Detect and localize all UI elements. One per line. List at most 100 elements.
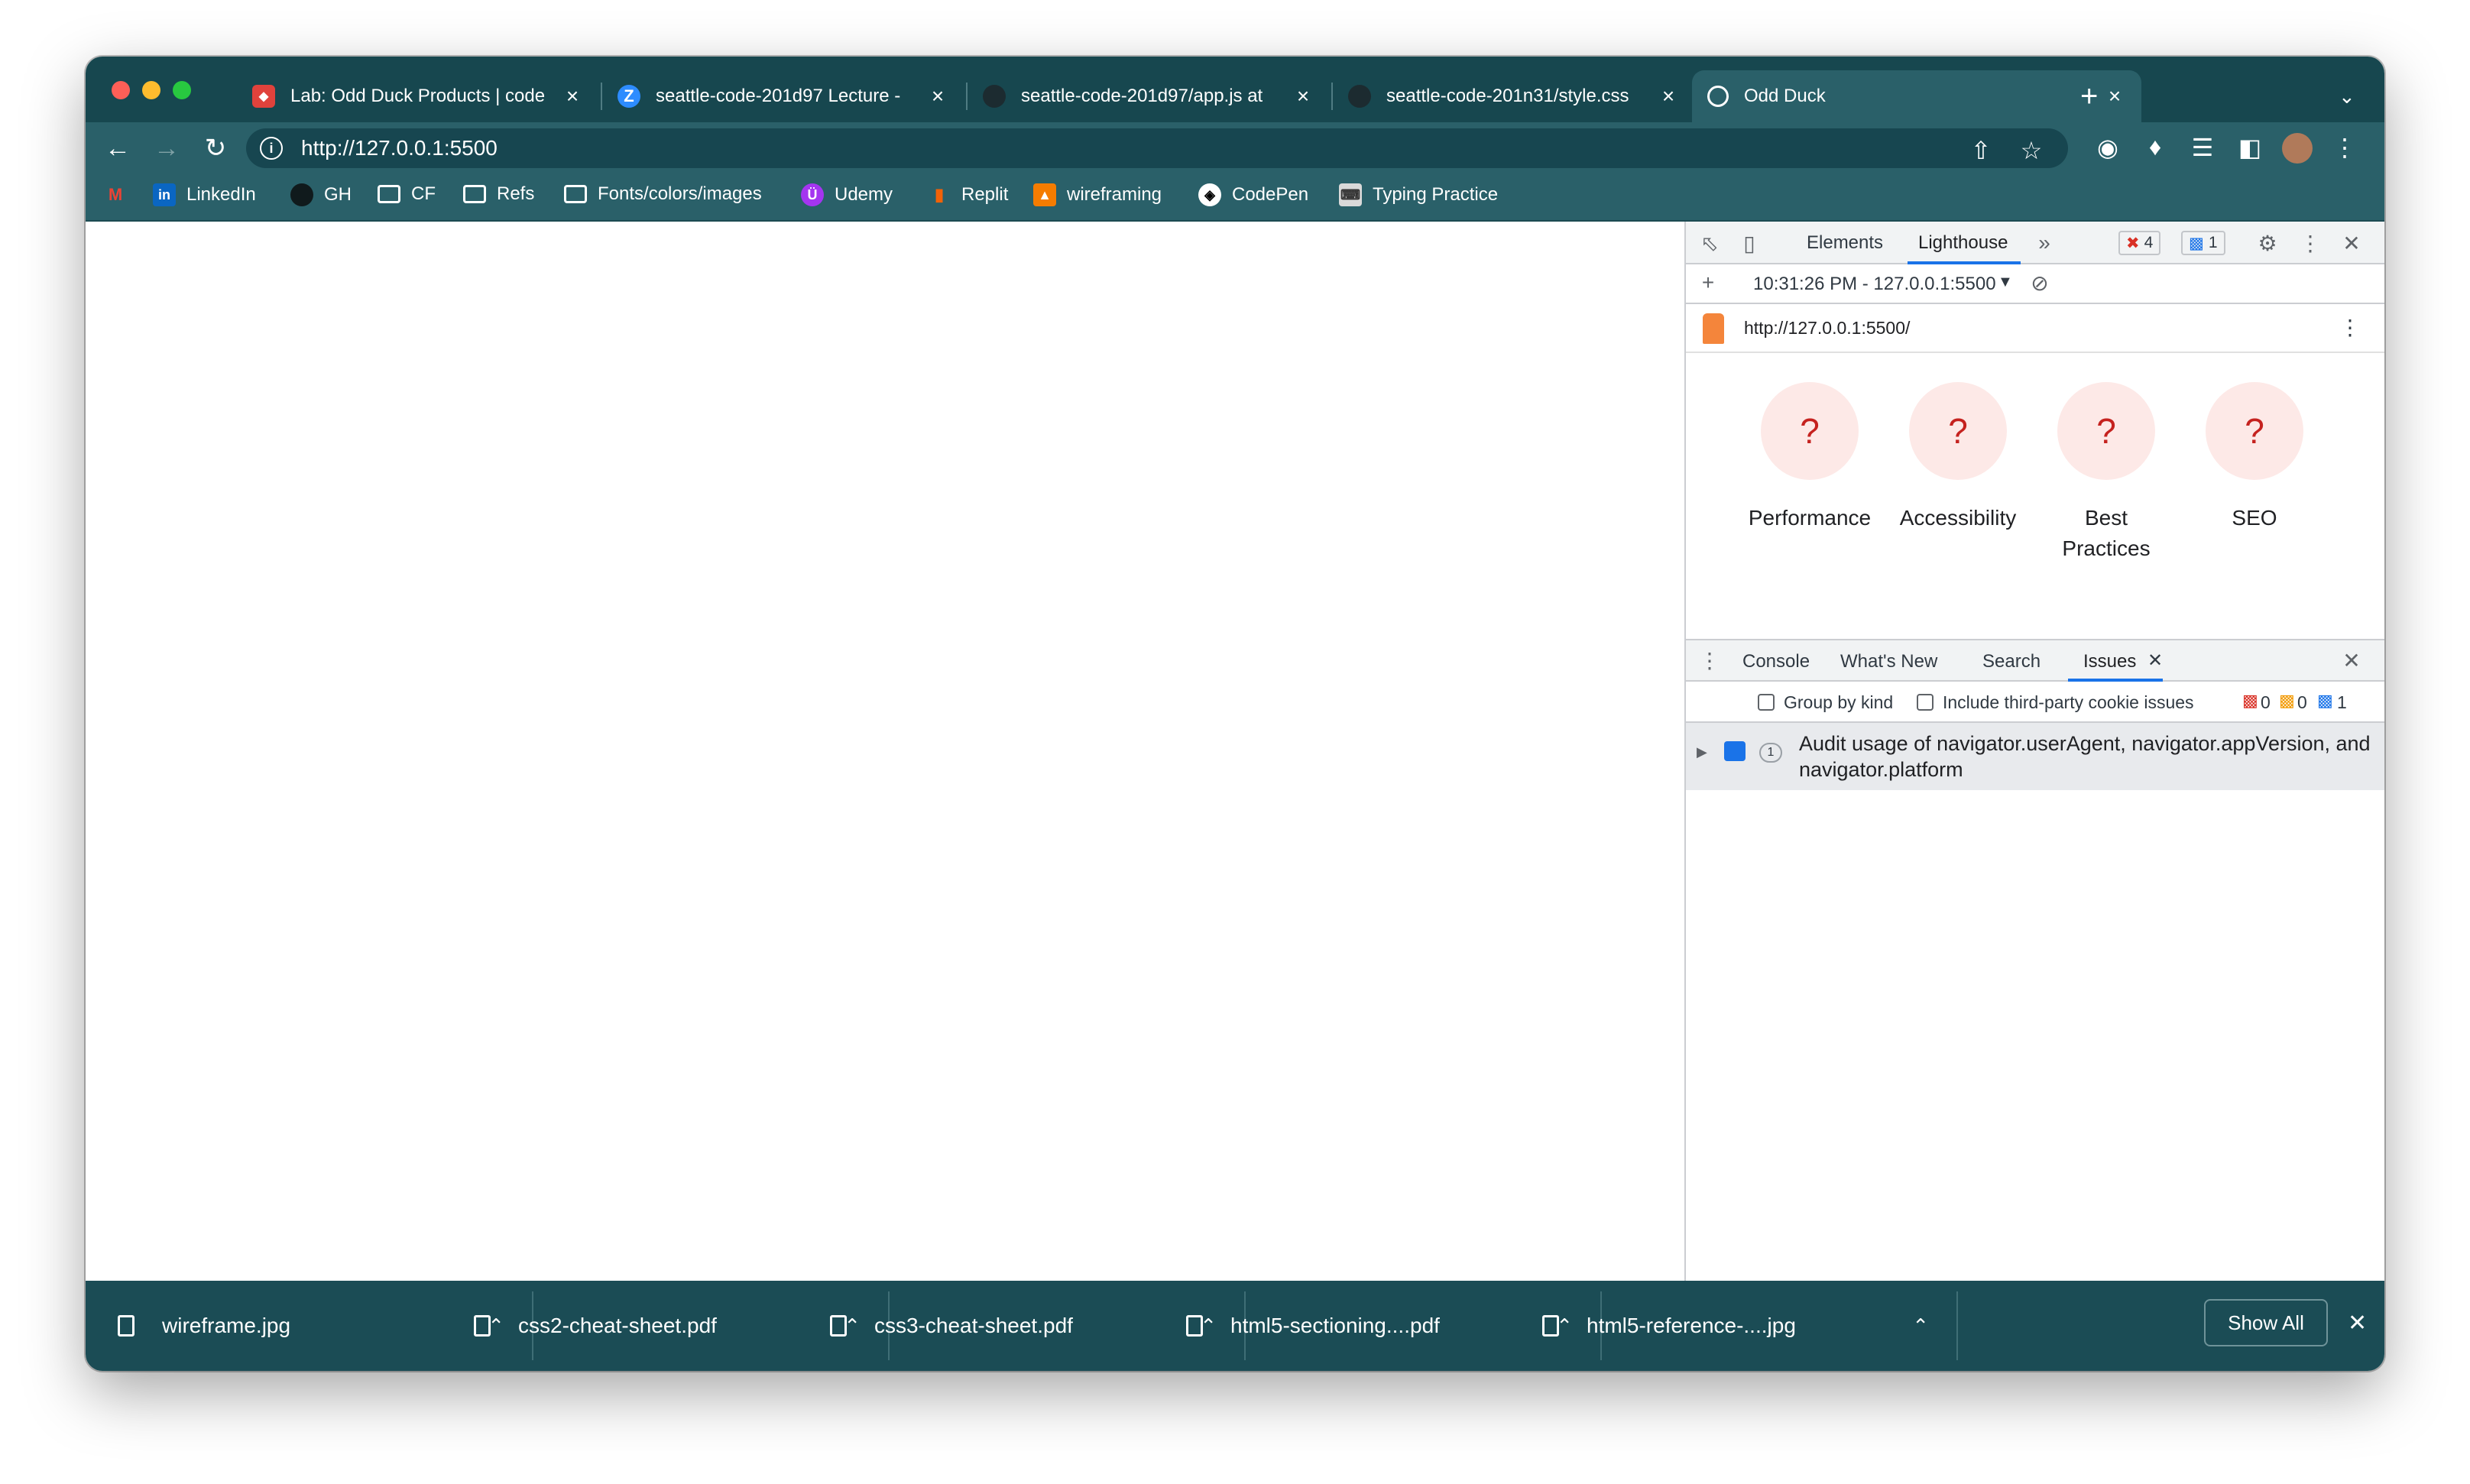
share-icon[interactable]: ⇧ — [1966, 136, 1996, 165]
close-downloads-icon[interactable]: ✕ — [2348, 1310, 2367, 1337]
tab-title: Odd Duck — [1744, 86, 1826, 106]
gauge-performance[interactable]: ? Performance — [1736, 382, 1883, 533]
gauge-score: ? — [2057, 382, 2155, 480]
gauge-accessibility[interactable]: ? Accessibility — [1885, 382, 2031, 533]
report-selector[interactable]: 10:31:26 PM - 127.0.0.1:5500 — [1753, 274, 1996, 295]
close-icon[interactable]: × — [1292, 84, 1314, 109]
issue-text: Audit usage of navigator.userAgent, navi… — [1799, 732, 2371, 781]
bookmark-folder-cf[interactable]: CF — [378, 183, 436, 205]
gauge-seo[interactable]: ? SEO — [2181, 382, 2328, 533]
side-panel-icon[interactable]: ◧ — [2235, 133, 2265, 164]
download-item[interactable]: css2-cheat-sheet.pdf ⌃ — [474, 1288, 882, 1363]
udemy-icon: Ü — [801, 183, 824, 206]
close-icon[interactable]: × — [1657, 84, 1680, 109]
bookmarks-bar: M in LinkedIn GH CF Refs Fonts/colors/im… — [86, 174, 2384, 222]
error-count-badge[interactable]: ✖ 4 — [2118, 231, 2161, 255]
report-selector-dropdown-icon[interactable]: ▼ — [1998, 274, 2013, 291]
tab-search-chevron-icon[interactable]: ⌄ — [2323, 70, 2369, 122]
minimize-window-button[interactable] — [142, 81, 160, 99]
download-filename: css3-cheat-sheet.pdf — [874, 1314, 1073, 1337]
more-tabs-icon[interactable]: » — [2031, 231, 2057, 255]
bookmark-codepen[interactable]: ◈ CodePen — [1198, 183, 1308, 206]
bookmark-linkedin[interactable]: in LinkedIn — [153, 183, 256, 206]
download-item[interactable]: html5-sectioning....pdf ⌃ — [1186, 1288, 1594, 1363]
tab-whats-new[interactable]: What's New — [1840, 651, 1937, 672]
bookmark-replit[interactable]: ▮ Replit — [928, 183, 1008, 206]
tab-lab-odd-duck[interactable]: ◆ Lab: Odd Duck Products | code × — [237, 70, 599, 122]
issue-warning-icon: ▩ — [2279, 691, 2295, 710]
extensions-icon[interactable]: ♦ — [2140, 133, 2170, 164]
tab-issues[interactable]: Issues — [2083, 651, 2136, 672]
github-icon — [290, 183, 313, 206]
bookmark-gmail[interactable]: M — [104, 183, 138, 206]
bookmark-label: wireframing — [1067, 184, 1162, 205]
bookmark-wireframing[interactable]: ▲ wireframing — [1033, 183, 1162, 206]
group-by-kind-checkbox[interactable] — [1758, 694, 1775, 711]
lighthouse-icon — [1703, 313, 1724, 344]
tab-zoom-lecture[interactable]: Z seattle-code-201d97 Lecture - × — [602, 70, 964, 122]
settings-gear-icon[interactable]: ⚙ — [2254, 231, 2280, 256]
new-tab-button[interactable]: + — [2071, 70, 2125, 122]
gauge-label: Performance — [1748, 506, 1872, 530]
tab-strip: ◆ Lab: Odd Duck Products | code × Z seat… — [86, 57, 2384, 122]
download-item[interactable]: css3-cheat-sheet.pdf ⌃ — [830, 1288, 1238, 1363]
close-drawer-icon[interactable]: ✕ — [2339, 648, 2365, 673]
file-icon — [1186, 1315, 1203, 1337]
tab-console[interactable]: Console — [1742, 651, 1810, 672]
device-toolbar-icon[interactable]: ▯ — [1736, 231, 1762, 256]
bookmark-gh[interactable]: GH — [290, 183, 352, 206]
bookmark-label: LinkedIn — [186, 184, 256, 205]
drawer-menu-icon[interactable]: ⋮ — [1697, 648, 1723, 673]
site-info-icon[interactable]: i — [260, 137, 283, 160]
close-window-button[interactable] — [112, 81, 130, 99]
password-manager-icon[interactable]: ◉ — [2092, 133, 2123, 164]
inspect-element-icon[interactable]: ⬁ — [1697, 231, 1723, 256]
back-button[interactable]: ← — [99, 130, 136, 167]
download-item[interactable]: wireframe.jpg ⌃ — [118, 1288, 526, 1363]
gauge-best-practices[interactable]: ? Best Practices — [2033, 382, 2180, 564]
third-party-checkbox[interactable] — [1917, 694, 1934, 711]
bookmark-udemy[interactable]: Ü Udemy — [801, 183, 893, 206]
tab-lighthouse[interactable]: Lighthouse — [1918, 232, 2008, 254]
lighthouse-url-row: http://127.0.0.1:5500/ ⋮ — [1686, 304, 2384, 353]
github-icon — [1348, 85, 1371, 108]
close-icon[interactable]: × — [926, 84, 949, 109]
gauge-score: ? — [1761, 382, 1859, 480]
zoom-icon: Z — [618, 85, 640, 108]
error-count: 4 — [2144, 234, 2154, 251]
new-report-plus-icon[interactable]: + — [1695, 271, 1721, 295]
message-count-badge[interactable]: ▩ 1 — [2181, 231, 2225, 255]
forward-button[interactable]: → — [148, 130, 185, 167]
zoom-window-button[interactable] — [173, 81, 191, 99]
tab-github-app-js[interactable]: seattle-code-201d97/app.js at × — [968, 70, 1330, 122]
tab-search[interactable]: Search — [1982, 651, 2041, 672]
media-controls-icon[interactable]: ☰ — [2187, 133, 2218, 164]
close-icon[interactable]: × — [561, 84, 584, 109]
bookmark-label: Refs — [497, 183, 535, 204]
more-vertical-icon[interactable]: ⋮ — [2297, 231, 2323, 256]
close-issues-tab-icon[interactable]: ✕ — [2147, 650, 2163, 672]
address-url: http://127.0.0.1:5500 — [301, 136, 498, 160]
bookmark-typing-practice[interactable]: ⌨ Typing Practice — [1339, 183, 1498, 206]
page-viewport[interactable] — [86, 222, 1684, 1281]
report-menu-icon[interactable]: ⋮ — [2337, 315, 2363, 340]
bookmark-folder-fonts[interactable]: Fonts/colors/images — [564, 183, 762, 205]
tab-github-style-css[interactable]: seattle-code-201n31/style.css × — [1333, 70, 1695, 122]
reload-button[interactable]: ↻ — [197, 130, 234, 167]
bookmark-folder-refs[interactable]: Refs — [463, 183, 534, 205]
download-item[interactable]: html5-reference-....jpg ⌃ — [1542, 1288, 1950, 1363]
show-all-downloads-button[interactable]: Show All — [2204, 1299, 2328, 1346]
expand-triangle-icon[interactable]: ▶ — [1697, 744, 1707, 760]
chevron-up-icon[interactable]: ⌃ — [1912, 1314, 1929, 1338]
close-devtools-icon[interactable]: ✕ — [2339, 231, 2365, 256]
tab-elements[interactable]: Elements — [1807, 232, 1883, 254]
address-bar[interactable]: i http://127.0.0.1:5500 ⇧ ☆ — [246, 128, 2068, 168]
clear-reports-icon[interactable]: ⊘ — [2027, 271, 2053, 296]
avatar[interactable] — [2282, 133, 2313, 164]
more-vertical-icon[interactable]: ⋮ — [2329, 133, 2360, 164]
message-count: 1 — [2208, 234, 2218, 251]
issue-info-icon: ▩ — [2317, 691, 2333, 710]
bookmark-star-icon[interactable]: ☆ — [2016, 136, 2047, 165]
issue-row[interactable]: ▶ 1 Audit usage of navigator.userAgent, … — [1686, 723, 2384, 790]
gauge-score: ? — [1909, 382, 2007, 480]
